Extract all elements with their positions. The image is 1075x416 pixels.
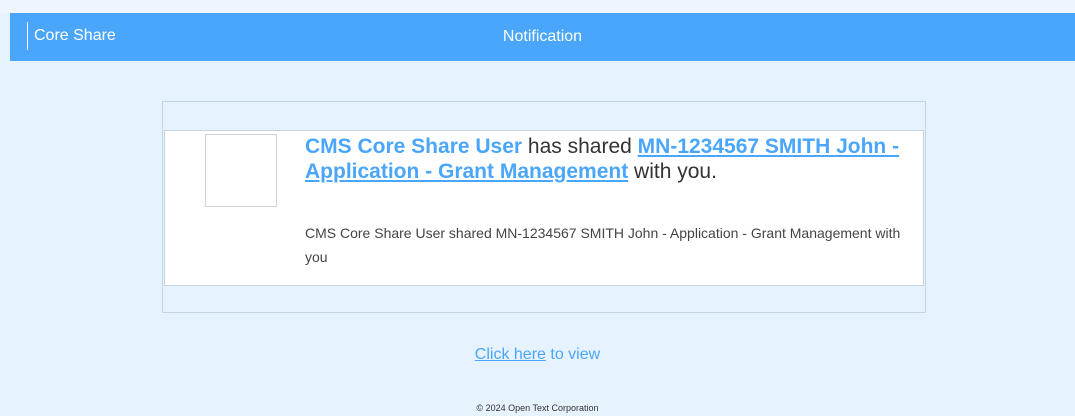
notification-headline: CMS Core Share User has shared MN-123456… xyxy=(305,134,915,184)
app-header: Core Share Notification xyxy=(10,13,1075,61)
document-thumbnail xyxy=(205,134,277,207)
verb-text: has shared xyxy=(527,135,632,158)
page-title: Notification xyxy=(502,28,583,45)
view-prompt: Click here to view xyxy=(0,346,1075,364)
notification-body: CMS Core Share User has shared MN-123456… xyxy=(164,130,924,286)
top-strip xyxy=(0,0,1075,13)
view-trailing-text: to view xyxy=(550,346,601,363)
click-here-link[interactable]: Click here xyxy=(475,346,546,363)
actor-name: CMS Core Share User xyxy=(305,135,523,158)
notification-card: CMS Core Share User has shared MN-123456… xyxy=(162,101,926,313)
copyright-footer: © 2024 Open Text Corporation xyxy=(476,403,599,413)
notification-description: CMS Core Share User shared MN-1234567 SM… xyxy=(305,225,901,265)
suffix-text: with you. xyxy=(634,160,717,183)
